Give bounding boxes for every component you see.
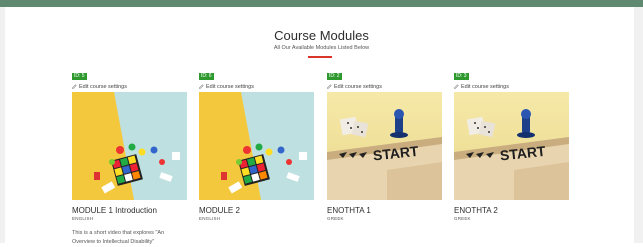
course-thumbnail[interactable] <box>199 92 314 200</box>
course-card[interactable]: ID: 2 Edit course settings START ENOTHTA… <box>327 73 443 243</box>
course-thumbnail[interactable]: START <box>454 92 569 200</box>
course-description: This is a short video that explores "An … <box>72 230 165 245</box>
edit-course-settings-label: Edit course settings <box>79 84 127 90</box>
id-badge: ID: 5 <box>72 73 87 80</box>
course-title[interactable]: MODULE 1 Introduction <box>72 206 157 215</box>
edit-icon <box>199 84 204 89</box>
course-language: GREEK <box>454 216 471 221</box>
edit-icon <box>454 84 459 89</box>
dice-and-game-pieces-image <box>199 92 314 200</box>
course-thumbnail[interactable] <box>72 92 187 200</box>
edit-course-settings-label: Edit course settings <box>461 84 509 90</box>
title-underline <box>308 56 332 58</box>
id-badge: ID: 3 <box>454 73 469 80</box>
edit-course-settings-label: Edit course settings <box>334 84 382 90</box>
course-thumbnail[interactable]: START <box>327 92 442 200</box>
edit-course-settings-link[interactable]: Edit course settings <box>454 84 509 90</box>
course-card[interactable]: ID: 6 Edit course settings MODULE 2 ENGL… <box>199 73 315 243</box>
id-badge: ID: 2 <box>327 73 342 80</box>
top-bar <box>0 0 643 7</box>
edit-icon <box>72 84 77 89</box>
page-title: Course Modules <box>274 28 369 43</box>
edit-course-settings-label: Edit course settings <box>206 84 254 90</box>
board-game-start-image: START <box>454 92 569 200</box>
course-card[interactable]: ID: 3 Edit course settings START ENOTHTA… <box>454 73 570 243</box>
course-language: GREEK <box>327 216 344 221</box>
course-language: ENGLISH <box>72 216 94 221</box>
board-game-start-image: START <box>327 92 442 200</box>
course-card[interactable]: ID: 5 Edit course settings MODULE 1 Intr… <box>72 73 188 245</box>
id-badge: ID: 6 <box>199 73 214 80</box>
dice-and-game-pieces-image <box>72 92 187 200</box>
edit-course-settings-link[interactable]: Edit course settings <box>327 84 382 90</box>
course-title[interactable]: ENOTHTA 2 <box>454 206 498 215</box>
page-subtitle: All Our Available Modules Listed Below <box>273 45 370 51</box>
course-title[interactable]: ENOTHTA 1 <box>327 206 371 215</box>
edit-course-settings-link[interactable]: Edit course settings <box>199 84 254 90</box>
edit-course-settings-link[interactable]: Edit course settings <box>72 84 127 90</box>
course-title[interactable]: MODULE 2 <box>199 206 240 215</box>
course-language: ENGLISH <box>199 216 221 221</box>
edit-icon <box>327 84 332 89</box>
